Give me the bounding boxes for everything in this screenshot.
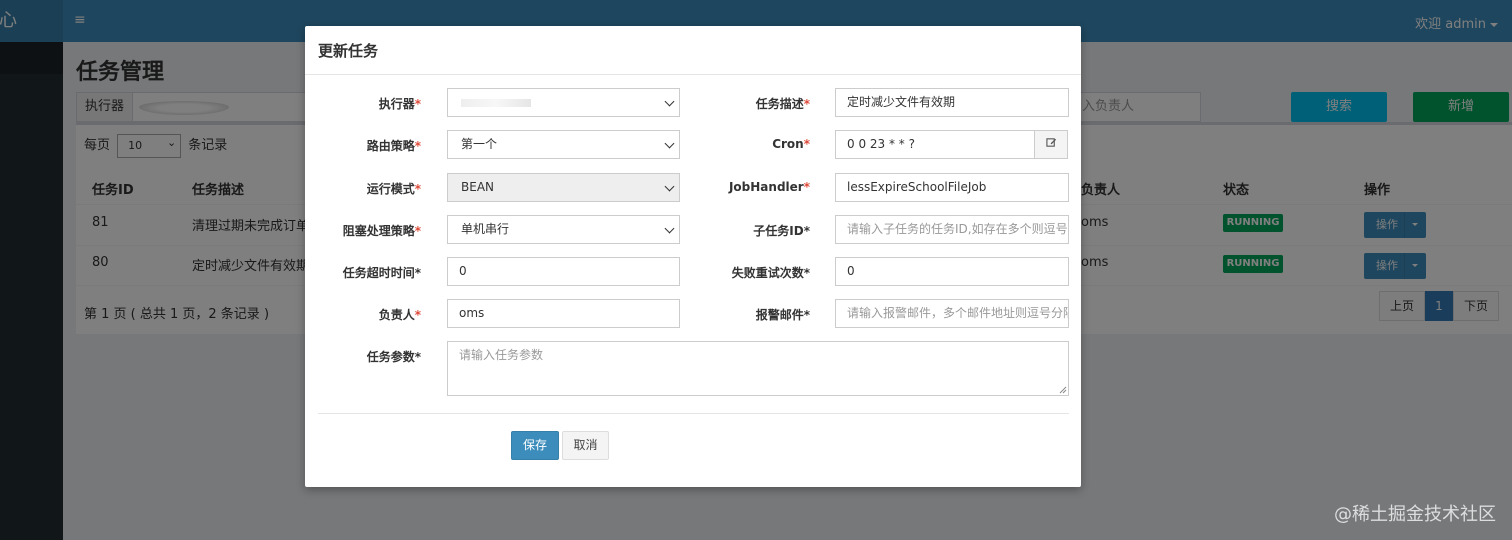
alarm-email-input[interactable]: 请输入报警邮件，多个邮件地址则逗号分隔 bbox=[835, 299, 1069, 328]
params-textarea[interactable]: 请输入任务参数 bbox=[447, 341, 1069, 396]
params-label: 任务参数* bbox=[366, 350, 421, 364]
run-mode-label: 运行模式* bbox=[366, 182, 421, 196]
timeout-label: 任务超时时间* bbox=[342, 266, 421, 280]
edit-icon[interactable] bbox=[1034, 130, 1068, 159]
cancel-button[interactable]: 取消 bbox=[562, 431, 609, 460]
timeout-input[interactable]: 0 bbox=[447, 257, 680, 286]
owner-input[interactable]: oms bbox=[447, 299, 680, 328]
cron-input[interactable]: 0 0 23 * * ? bbox=[835, 130, 1035, 159]
executor-label: 执行器* bbox=[378, 97, 421, 111]
watermark: @稀土掘金技术社区 bbox=[1334, 504, 1496, 525]
executor-select[interactable] bbox=[447, 88, 680, 117]
resize-handle-icon[interactable] bbox=[1058, 385, 1067, 394]
params-placeholder: 请输入任务参数 bbox=[459, 348, 544, 362]
block-strategy-label: 阻塞处理策略* bbox=[342, 224, 421, 238]
modal-title: 更新任务 bbox=[318, 42, 379, 60]
job-handler-label: JobHandler* bbox=[728, 180, 810, 194]
retry-input[interactable]: 0 bbox=[835, 257, 1069, 286]
job-handler-input[interactable]: lessExpireSchoolFileJob bbox=[835, 173, 1069, 202]
save-button[interactable]: 保存 bbox=[511, 431, 559, 460]
cron-label: Cron* bbox=[772, 137, 810, 151]
modal-header-divider bbox=[305, 74, 1081, 75]
retry-label: 失败重试次数* bbox=[731, 266, 810, 280]
owner-label: 负责人* bbox=[378, 308, 421, 322]
alarm-email-label: 报警邮件* bbox=[755, 308, 810, 322]
run-mode-select: BEAN bbox=[447, 173, 680, 202]
route-label: 路由策略* bbox=[366, 139, 421, 153]
child-id-label: 子任务ID* bbox=[753, 224, 810, 238]
task-desc-input[interactable]: 定时减少文件有效期 bbox=[835, 88, 1069, 117]
child-id-input[interactable]: 请输入子任务的任务ID,如存在多个则逗号分隔 bbox=[835, 215, 1069, 244]
blurred-executor-value bbox=[461, 99, 531, 107]
modal-footer-divider bbox=[318, 413, 1069, 414]
update-task-modal: 更新任务 执行器* 任务描述* 定时减少文件有效期 路由策略* 第一个 Cron… bbox=[305, 26, 1081, 487]
block-strategy-select[interactable]: 单机串行 bbox=[447, 215, 680, 244]
route-select[interactable]: 第一个 bbox=[447, 130, 680, 159]
task-desc-label: 任务描述* bbox=[755, 97, 810, 111]
